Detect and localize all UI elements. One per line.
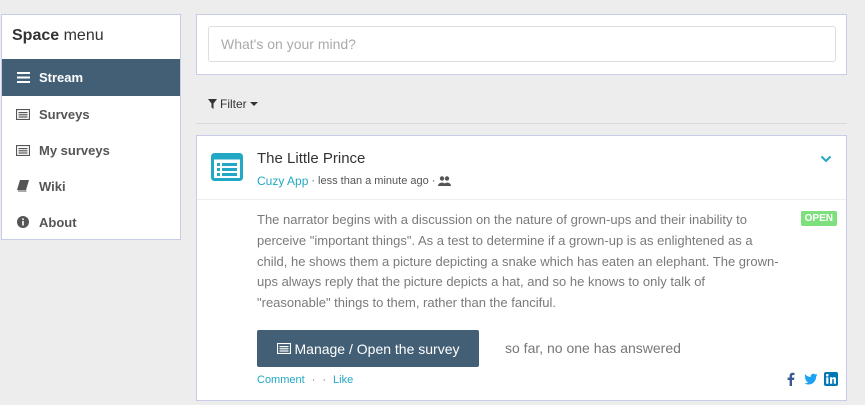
- like-link[interactable]: Like: [333, 374, 353, 386]
- sidebar-item-about[interactable]: About: [2, 204, 180, 240]
- sidebar-item-label: My surveys: [39, 142, 110, 158]
- survey-list-icon: [211, 153, 243, 181]
- chevron-down-icon[interactable]: [820, 150, 834, 164]
- bars-icon: [16, 71, 30, 85]
- survey-post-card: The Little Prince Cuzy App · less than a…: [196, 135, 847, 401]
- caret-down-icon: [249, 102, 258, 106]
- status-badge: OPEN: [800, 211, 837, 226]
- sidebar-item-stream[interactable]: Stream: [2, 59, 180, 96]
- users-icon: [438, 176, 452, 186]
- sidebar-item-label: Surveys: [39, 106, 90, 122]
- manage-survey-button[interactable]: Manage / Open the survey: [257, 330, 479, 367]
- list-alt-icon: [16, 107, 30, 121]
- share-links: [784, 372, 838, 386]
- facebook-icon[interactable]: [784, 372, 798, 386]
- info-circle-icon: [16, 215, 30, 229]
- filter-label: Filter: [220, 97, 247, 111]
- answers-note: so far, no one has answered: [505, 340, 681, 356]
- meta-separator: ·: [311, 175, 316, 187]
- sidebar-item-label: About: [39, 214, 77, 230]
- manage-survey-label: Manage / Open the survey: [294, 340, 460, 357]
- post-author-link[interactable]: Cuzy App: [257, 174, 308, 188]
- post-header: The Little Prince Cuzy App · less than a…: [197, 136, 846, 200]
- action-separator: ·: [311, 374, 316, 386]
- post-time[interactable]: less than a minute ago: [318, 175, 429, 187]
- meta-separator: ·: [431, 175, 436, 187]
- post-body: The narrator begins with a discussion on…: [257, 212, 779, 311]
- action-separator: ·: [322, 374, 327, 386]
- filter-bar: Filter: [196, 90, 847, 124]
- filter-dropdown[interactable]: Filter: [208, 97, 258, 111]
- sidebar-item-my-surveys[interactable]: My surveys: [2, 132, 180, 168]
- space-menu-title: Space menu: [12, 27, 104, 44]
- sidebar-item-label: Stream: [39, 70, 84, 85]
- status-input[interactable]: [208, 26, 836, 62]
- list-alt-icon: [276, 342, 291, 355]
- post-meta: Cuzy App · less than a minute ago ·: [257, 174, 452, 188]
- list-alt-icon: [16, 143, 30, 157]
- sidebar-item-surveys[interactable]: Surveys: [2, 96, 180, 132]
- post-composer: [196, 14, 847, 75]
- sidebar-item-label: Wiki: [39, 178, 66, 194]
- space-menu: Space menu Stream Surveys My surveys Wik…: [1, 14, 181, 240]
- book-icon: [16, 179, 30, 193]
- linkedin-icon[interactable]: [824, 372, 838, 386]
- comment-link[interactable]: Comment: [257, 374, 305, 386]
- filter-icon: [208, 99, 217, 109]
- sidebar-item-wiki[interactable]: Wiki: [2, 168, 180, 204]
- post-actions: Comment · · Like: [257, 374, 353, 386]
- twitter-icon[interactable]: [804, 372, 818, 386]
- post-title[interactable]: The Little Prince: [257, 150, 365, 167]
